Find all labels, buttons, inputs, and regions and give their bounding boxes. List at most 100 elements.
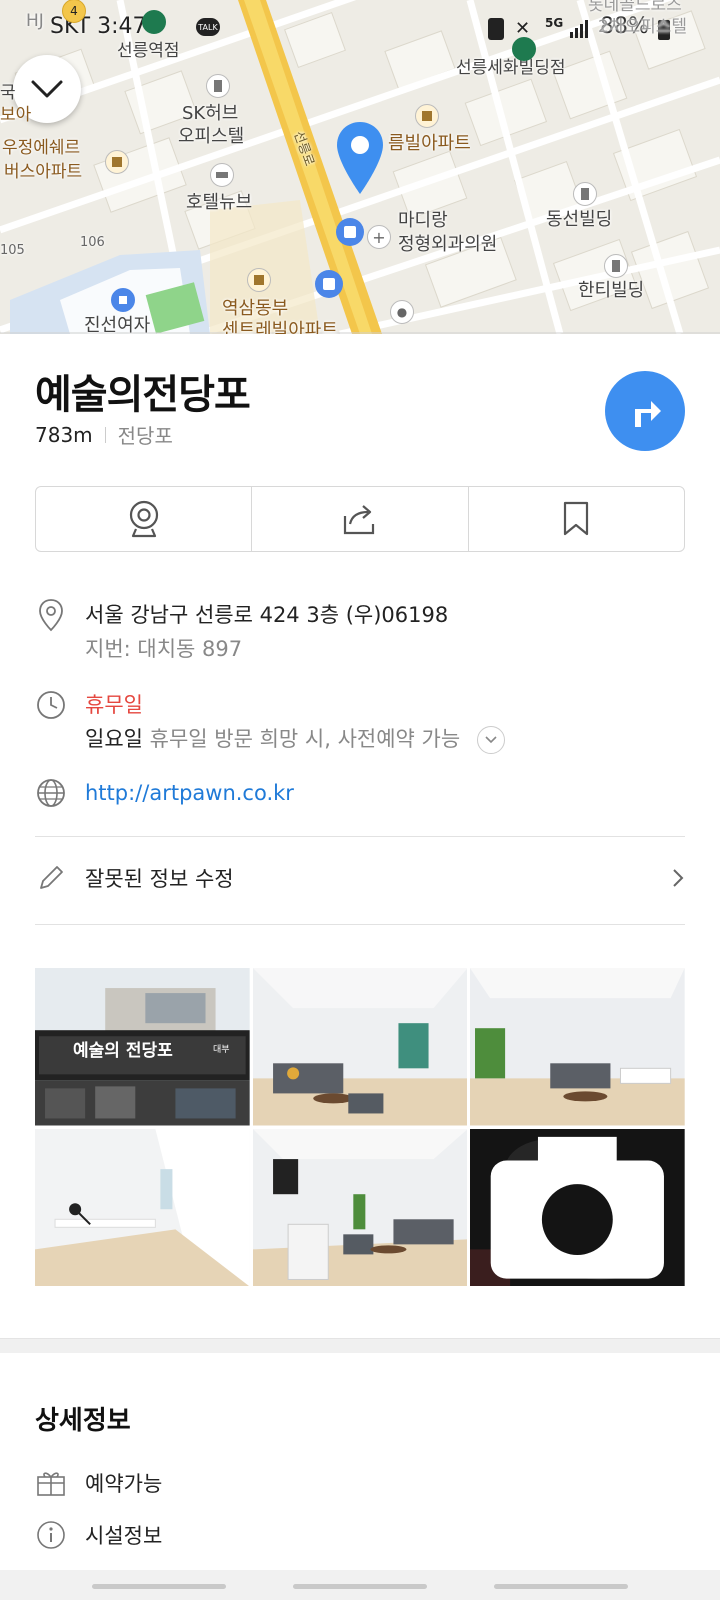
photo-hallway[interactable]: [35, 1128, 250, 1286]
map-label-hotel: 호텔뉴브: [186, 192, 253, 213]
photo-lounge-3[interactable]: [252, 1128, 468, 1286]
map-label-madi1: 마디랑: [398, 210, 448, 231]
map-label-sr-building: 선릉세화빌딩점: [456, 58, 566, 78]
roadview-button[interactable]: [36, 487, 251, 551]
lounge-wide-image: [470, 968, 685, 1126]
recycle-icon: [488, 18, 504, 40]
hours-status: 휴무일: [85, 693, 143, 717]
photo-storefront[interactable]: 예술의 전당포 대부: [35, 968, 250, 1126]
lounge-image: [252, 968, 468, 1126]
apartment-icon-2: [415, 104, 439, 128]
starbucks-icon: [142, 10, 166, 34]
place-category[interactable]: 전당포: [118, 420, 173, 449]
map-label-woojung1: 우정에쉐르: [2, 138, 81, 158]
edit-info-label: 잘못된 정보 수정: [85, 867, 234, 891]
divider-bottom: [35, 924, 685, 925]
map-label-105: 105: [0, 243, 25, 258]
detail-item-reservation[interactable]: 예약가능: [35, 1468, 162, 1498]
pencil-icon: [40, 866, 63, 889]
map-label-106: 106: [80, 235, 105, 250]
directions-button[interactable]: [605, 371, 685, 451]
hotel-icon: [210, 163, 234, 187]
office-building-icon-2: [604, 254, 628, 278]
chevron-down-icon: [31, 80, 63, 98]
details-heading: 상세정보: [35, 1406, 131, 1436]
subline-separator: [104, 426, 106, 443]
mute-icon: ✕: [515, 18, 531, 39]
bookmark-button[interactable]: [467, 487, 684, 551]
hours-note: 휴무일 방문 희망 시, 사전예약 가능: [149, 727, 461, 751]
place-distance: 783m: [35, 422, 93, 447]
divider-top: [35, 836, 685, 837]
more-photos-overlay: 7: [470, 1129, 685, 1287]
office-building-icon: [573, 182, 597, 206]
map-view[interactable]: SKT 3:47 TALK ✕ 5G 88% HJ 선릉역점 SK허브 오피스텔…: [0, 0, 720, 334]
signal-icon: [570, 20, 588, 38]
section-separator: [0, 1338, 720, 1353]
clock-icon: [37, 691, 65, 719]
directions-icon: [635, 401, 661, 427]
detail-item-facility[interactable]: 시설정보: [35, 1520, 162, 1550]
map-label-officetel: 오피스텔: [178, 126, 245, 147]
system-navigation-bar: [0, 1570, 720, 1600]
map-label-dongsun: 동선빌딩: [546, 209, 613, 230]
starbucks-icon-2: [512, 37, 536, 61]
school-icon: [111, 288, 135, 312]
storefront-sign-text: 예술의 전당포: [73, 1041, 173, 1061]
hours-detail[interactable]: 일요일 휴무일 방문 희망 시, 사전예약 가능: [85, 722, 505, 756]
map-label-lotte2: 2차오피스텔: [598, 17, 688, 37]
photo-lounge-2[interactable]: [470, 968, 685, 1126]
address-road[interactable]: 서울 강남구 선릉로 424 3층 (우)06198: [85, 598, 448, 632]
detail-item-label: 예약가능: [85, 1472, 163, 1496]
map-label-hj: HJ: [26, 11, 44, 31]
pet-icon: ●: [390, 300, 414, 324]
map-label-jinseon: 진선여자: [84, 315, 151, 334]
photo-more[interactable]: 7: [470, 1128, 685, 1287]
map-label-woojung2: 버스아파트: [4, 162, 83, 182]
website-link[interactable]: http://artpawn.co.kr: [85, 776, 294, 810]
edit-info-row[interactable]: 잘못된 정보 수정: [35, 838, 685, 918]
globe-icon: [37, 779, 65, 807]
nav-handle-right[interactable]: [494, 1584, 628, 1589]
share-icon: [343, 505, 375, 535]
building-icon: [206, 74, 230, 98]
share-button[interactable]: [251, 487, 467, 551]
gift-icon: [37, 1472, 65, 1496]
nav-handle-left[interactable]: [92, 1584, 226, 1589]
nav-handle-center[interactable]: [293, 1584, 427, 1589]
action-bar: [35, 486, 685, 552]
bus-stop-icon-2[interactable]: [315, 270, 343, 298]
map-label-yeoksam1: 역삼동부: [222, 298, 289, 319]
subway-exit-icon: 4: [62, 0, 86, 23]
chevron-right-icon: [673, 869, 684, 887]
map-label-yeoksam2: 센트레빌아파트: [222, 320, 338, 334]
expand-hours-button[interactable]: [476, 726, 505, 754]
website-row: http://artpawn.co.kr: [35, 776, 294, 810]
location-icon: [39, 599, 63, 632]
map-label-sk-hub: SK허브: [182, 103, 239, 124]
map-label-hanti: 한티빌딩: [578, 280, 645, 301]
map-label-lotte1: 롯데골드로즈: [588, 0, 682, 15]
chevron-down-icon: [485, 736, 497, 744]
hallway-image: [35, 1128, 250, 1286]
address-lot[interactable]: 지번: 대치동 897: [85, 632, 448, 666]
apartment-icon-3: [247, 268, 271, 292]
bus-stop-icon[interactable]: [336, 218, 364, 246]
map-label-madi2: 정형외과의원: [398, 234, 498, 255]
roadview-icon: [129, 500, 158, 538]
location-pin-icon: [337, 122, 383, 194]
photo-lounge-1[interactable]: [252, 968, 468, 1126]
map-label-station: 선릉역점: [117, 41, 180, 61]
info-icon: [37, 1521, 65, 1549]
talk-icon: TALK: [196, 18, 220, 36]
camera-icon: [491, 1136, 665, 1279]
map-label-apt: 름빌아파트: [388, 133, 471, 154]
place-title: 예술의전당포: [35, 372, 251, 418]
5g-icon: 5G: [545, 16, 564, 30]
hours-day: 일요일: [85, 727, 143, 751]
address-row: 서울 강남구 선릉로 424 3층 (우)06198 지번: 대치동 897: [35, 598, 448, 666]
hospital-icon: +: [367, 225, 391, 249]
apartment-icon: [105, 150, 129, 174]
bookmark-icon: [564, 501, 589, 536]
hours-row: 휴무일 일요일 휴무일 방문 희망 시, 사전예약 가능: [35, 688, 505, 756]
